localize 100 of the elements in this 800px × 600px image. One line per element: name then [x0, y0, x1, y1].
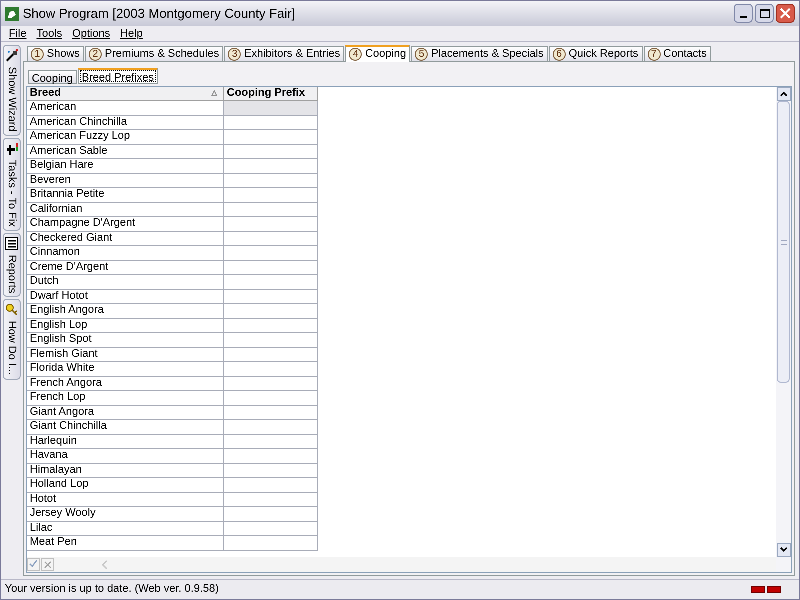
tab[interactable]: 6 Quick Reports	[548, 46, 643, 61]
table-cell[interactable]	[224, 318, 318, 333]
side-tab[interactable]: Show Wizard	[3, 45, 21, 136]
table-cell[interactable]	[224, 101, 318, 116]
confirm-icon[interactable]	[27, 558, 40, 571]
table-cell: Dutch	[27, 275, 224, 290]
table-cell: Giant Chinchilla	[27, 420, 224, 434]
column-header[interactable]: Cooping Prefix	[224, 87, 318, 101]
table-cell[interactable]	[224, 304, 318, 318]
sub-tab[interactable]: Breed Prefixes	[78, 68, 158, 84]
side-tab[interactable]: Reports	[3, 232, 21, 298]
table-cell: Beveren	[27, 174, 224, 188]
table-cell: Lilac	[27, 522, 224, 536]
side-tab-label: How Do I...	[5, 321, 19, 376]
indicator-icon	[767, 586, 781, 593]
table-cell[interactable]	[224, 174, 318, 188]
side-tab[interactable]: Tasks - To Fix	[3, 138, 21, 231]
cancel-icon[interactable]	[41, 558, 54, 571]
number-badge: 6	[552, 48, 566, 60]
key-icon	[5, 303, 19, 318]
column-header[interactable]: Breed	[27, 87, 224, 101]
table-cell: French Angora	[27, 376, 224, 391]
table-cell[interactable]	[224, 391, 318, 406]
table-cell: English Angora	[27, 304, 224, 318]
number-badge: 7	[648, 48, 661, 60]
table-cell[interactable]	[224, 449, 318, 464]
number-badge: 4	[349, 48, 362, 61]
sub-tab[interactable]: Cooping	[28, 70, 77, 84]
menu-item[interactable]: Help	[120, 26, 143, 42]
table-cell[interactable]	[224, 232, 318, 246]
table-cell: Giant Angora	[27, 406, 224, 420]
table-cell: English Lop	[27, 318, 224, 333]
table-cell[interactable]	[224, 420, 318, 434]
side-tab[interactable]: How Do I...	[3, 299, 21, 380]
table-cell: English Spot	[27, 333, 224, 348]
tab-label: Quick Reports	[568, 46, 639, 62]
tab-label: Exhibitors & Entries	[244, 46, 340, 62]
scroll-down-icon[interactable]	[776, 543, 790, 557]
table-cell[interactable]	[224, 275, 318, 290]
indicator-icon	[751, 586, 765, 593]
tab-label: Premiums & Schedules	[105, 46, 220, 62]
table-cell[interactable]	[224, 246, 318, 260]
table-cell[interactable]	[224, 116, 318, 130]
table-cell[interactable]	[224, 144, 318, 159]
table-cell: Harlequin	[27, 434, 224, 449]
table-cell[interactable]	[224, 260, 318, 275]
tab[interactable]: 4 Cooping	[345, 45, 410, 62]
menu-item[interactable]: Tools	[36, 26, 62, 42]
table-cell[interactable]	[224, 159, 318, 174]
table-cell: American Fuzzy Lop	[27, 130, 224, 144]
table-cell[interactable]	[224, 434, 318, 449]
close-button[interactable]	[776, 4, 795, 23]
table-cell: Jersey Wooly	[27, 507, 224, 522]
table-cell[interactable]	[224, 188, 318, 202]
table-cell[interactable]	[224, 333, 318, 348]
tasks-icon	[5, 142, 19, 156]
table-cell[interactable]	[224, 202, 318, 217]
table-cell[interactable]	[224, 362, 318, 376]
table-cell[interactable]	[224, 290, 318, 304]
scroll-left-icon[interactable]	[101, 560, 109, 570]
scroll-up-icon[interactable]	[776, 87, 790, 101]
tab[interactable]: 5 Placements & Specials	[411, 46, 548, 61]
table-cell[interactable]	[224, 507, 318, 522]
scroll-thumb[interactable]	[777, 101, 790, 383]
table-cell[interactable]	[224, 522, 318, 536]
table-cell: Champagne D'Argent	[27, 217, 224, 232]
minimize-button[interactable]	[734, 4, 753, 23]
table-cell[interactable]	[224, 536, 318, 550]
table-cell[interactable]	[224, 478, 318, 492]
number-badge: 3	[228, 48, 242, 60]
window-title: Show Program [2003 Montgomery County Fair]	[23, 4, 296, 23]
header-label: Breed	[30, 87, 62, 100]
menu-item[interactable]: Options	[72, 26, 110, 42]
wand-icon	[5, 49, 19, 63]
close-icon	[780, 8, 791, 19]
vertical-scrollbar[interactable]	[776, 87, 791, 572]
tab[interactable]: 3 Exhibitors & Entries	[224, 46, 344, 61]
table-cell[interactable]	[224, 348, 318, 362]
table-cell: Britannia Petite	[27, 188, 224, 202]
table-cell: Belgian Hare	[27, 159, 224, 174]
tab[interactable]: 1 Shows	[27, 46, 84, 61]
status-text: Your version is up to date. (Web ver. 0.9.58)	[4, 582, 220, 598]
menu-item[interactable]: File	[9, 26, 27, 42]
number-badge: 2	[89, 48, 102, 60]
table-cell[interactable]	[224, 217, 318, 232]
tab-label: Shows	[47, 46, 80, 62]
list-icon	[5, 236, 19, 251]
table-cell: Dwarf Hotot	[27, 290, 224, 304]
maximize-button[interactable]	[755, 4, 774, 23]
table-cell[interactable]	[224, 464, 318, 478]
table-cell: American Chinchilla	[27, 116, 224, 130]
table-cell[interactable]	[224, 492, 318, 507]
sort-icon	[211, 90, 218, 97]
table-cell: Flemish Giant	[27, 348, 224, 362]
table-cell[interactable]	[224, 376, 318, 391]
tab[interactable]: 7 Contacts	[644, 46, 711, 61]
tab[interactable]: 2 Premiums & Schedules	[85, 46, 224, 61]
table-cell[interactable]	[224, 130, 318, 144]
table-cell[interactable]	[224, 406, 318, 420]
table-cell: French Lop	[27, 391, 224, 406]
